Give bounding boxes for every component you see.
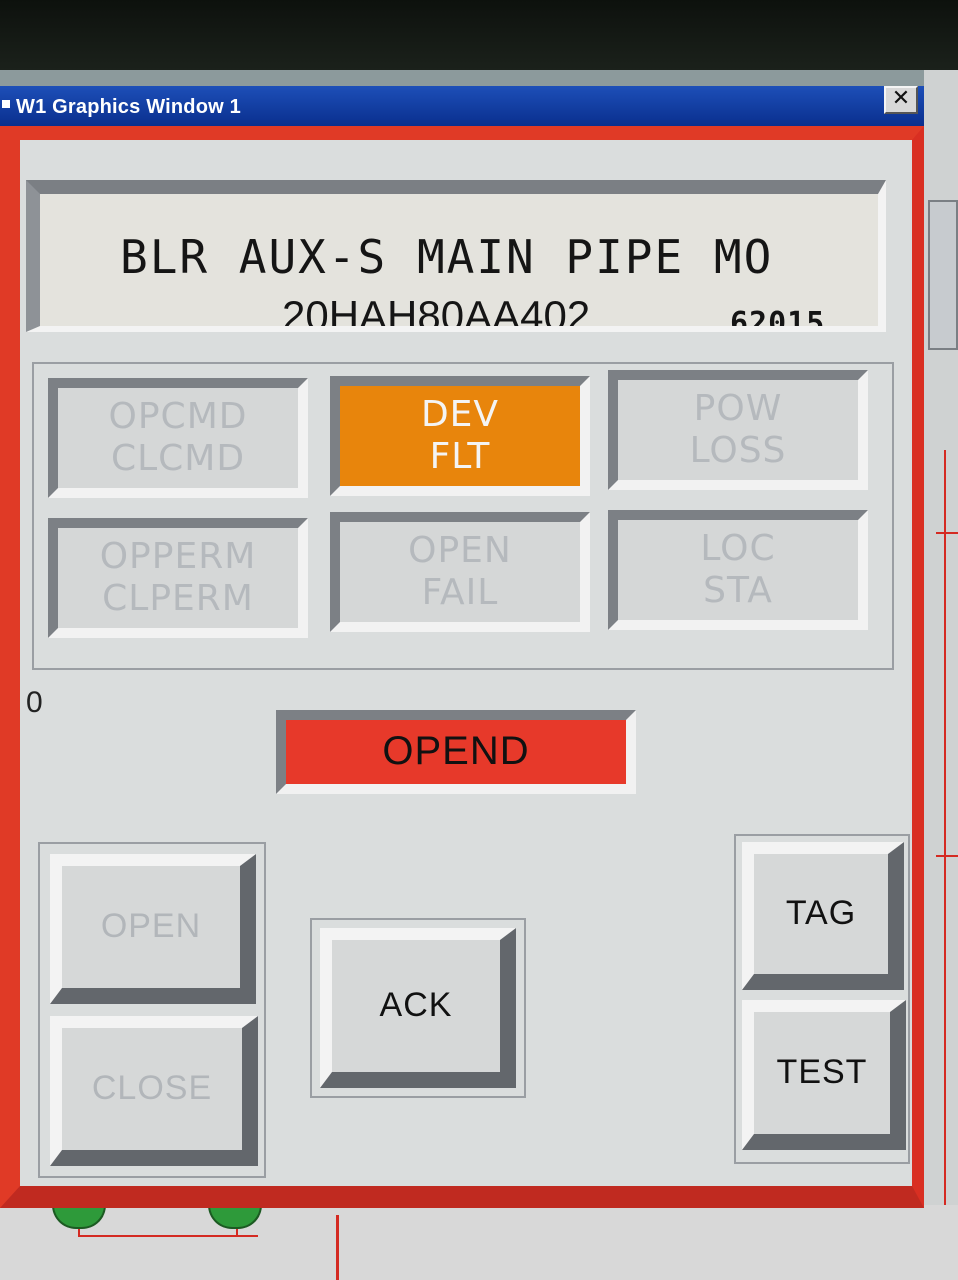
- background-panel: [928, 200, 958, 350]
- background-window-strip: [0, 70, 924, 86]
- indicator-opcmd-clcmd: OPCMD CLCMD: [48, 378, 308, 498]
- device-description: BLR AUX-S MAIN PIPE MO: [120, 230, 774, 284]
- indicator-label: FLT: [429, 436, 491, 477]
- close-button-command[interactable]: CLOSE: [50, 1016, 258, 1166]
- device-number: 62015: [730, 306, 826, 332]
- background-pipe-stub: [936, 532, 958, 534]
- screen: W1 Graphics Window 1 ✕ BLR AUX-S MAIN PI…: [0, 0, 958, 1280]
- background-process-bottom: [0, 1205, 958, 1280]
- position-value: 0: [26, 686, 43, 719]
- open-button[interactable]: OPEN: [50, 854, 256, 1004]
- window-menu-icon[interactable]: [2, 100, 10, 108]
- valve-faceplate: BLR AUX-S MAIN PIPE MO 20HAH80AA402 6201…: [0, 126, 924, 1208]
- indicator-label: CLPERM: [102, 578, 254, 619]
- indicator-label: OPEN: [408, 530, 512, 571]
- background-pipe-line: [336, 1215, 339, 1280]
- indicator-pow-loss: POW LOSS: [608, 370, 868, 490]
- device-tag: 20HAH80AA402: [282, 292, 591, 332]
- indicator-label: CLCMD: [110, 438, 246, 479]
- indicator-label: STA: [703, 570, 773, 611]
- background-process-graphic: [924, 70, 958, 1280]
- window-titlebar[interactable]: W1 Graphics Window 1 ✕: [0, 70, 924, 126]
- faceplate-header: BLR AUX-S MAIN PIPE MO 20HAH80AA402 6201…: [26, 180, 886, 332]
- monitor-bezel: [0, 0, 958, 70]
- indicator-label: POW: [693, 388, 783, 429]
- test-button[interactable]: TEST: [742, 1000, 906, 1150]
- tag-button[interactable]: TAG: [742, 842, 904, 990]
- background-pipe-stub: [936, 855, 958, 857]
- indicator-label: LOC: [700, 528, 776, 569]
- indicator-label: FAIL: [421, 572, 499, 613]
- window-title: W1 Graphics Window 1: [16, 96, 241, 118]
- indicator-label: LOSS: [689, 430, 787, 471]
- indicator-open-fail: OPEN FAIL: [330, 512, 590, 632]
- valve-symbol-icon[interactable]: [208, 1205, 262, 1229]
- indicator-label: OPCMD: [108, 396, 248, 437]
- close-button[interactable]: ✕: [884, 86, 918, 114]
- valve-state-display: OPEND: [276, 710, 636, 794]
- background-pipe-line: [78, 1235, 258, 1237]
- indicator-opperm-clperm: OPPERM CLPERM: [48, 518, 308, 638]
- faceplate-body: BLR AUX-S MAIN PIPE MO 20HAH80AA402 6201…: [20, 140, 912, 1186]
- ack-button[interactable]: ACK: [320, 928, 516, 1088]
- valve-symbol-icon[interactable]: [52, 1205, 106, 1229]
- indicator-dev-flt: DEV FLT: [330, 376, 590, 496]
- background-pipe-line: [944, 450, 946, 1270]
- indicator-label: OPPERM: [99, 536, 257, 577]
- indicator-label: DEV: [420, 394, 500, 435]
- indicator-loc-sta: LOC STA: [608, 510, 868, 630]
